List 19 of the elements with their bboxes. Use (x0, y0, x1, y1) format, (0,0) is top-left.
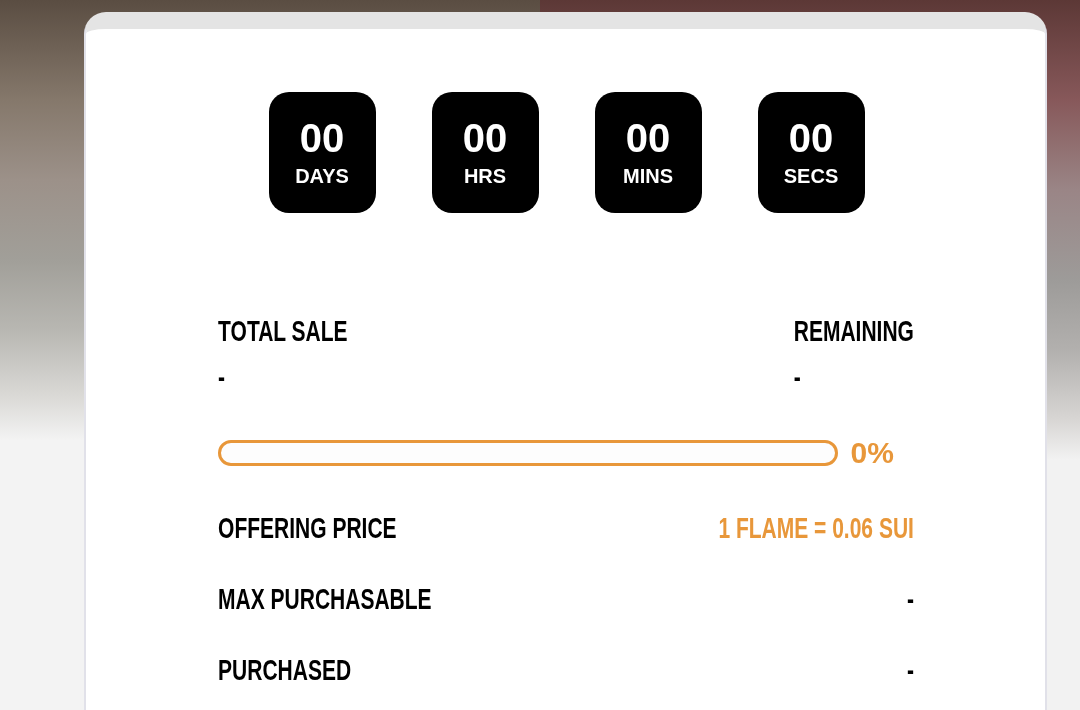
detail-value: - (906, 581, 914, 617)
detail-label: PURCHASED (217, 652, 351, 688)
stat-label: REMAINING (793, 313, 914, 349)
stat-value: - (217, 359, 225, 395)
stat-value: - (793, 359, 801, 395)
detail-value: - (906, 652, 914, 688)
countdown-value: 00 (625, 117, 671, 158)
countdown-value: 00 (299, 117, 345, 158)
detail-value: 1 FLAME = 0.06 SUI (717, 510, 914, 546)
countdown-unit: DAYS (295, 163, 349, 188)
countdown-unit: HRS (463, 163, 507, 188)
countdown-unit: MINS (623, 163, 673, 188)
detail-label: OFFERING PRICE (217, 510, 397, 546)
countdown-value: 00 (462, 117, 508, 158)
detail-label: MAX PURCHASABLE (217, 581, 432, 617)
stat-label: TOTAL SALE (217, 313, 348, 349)
progress-percent: 0% (850, 435, 894, 471)
countdown-value: 00 (788, 117, 834, 158)
countdown-unit: SECS (783, 163, 839, 188)
